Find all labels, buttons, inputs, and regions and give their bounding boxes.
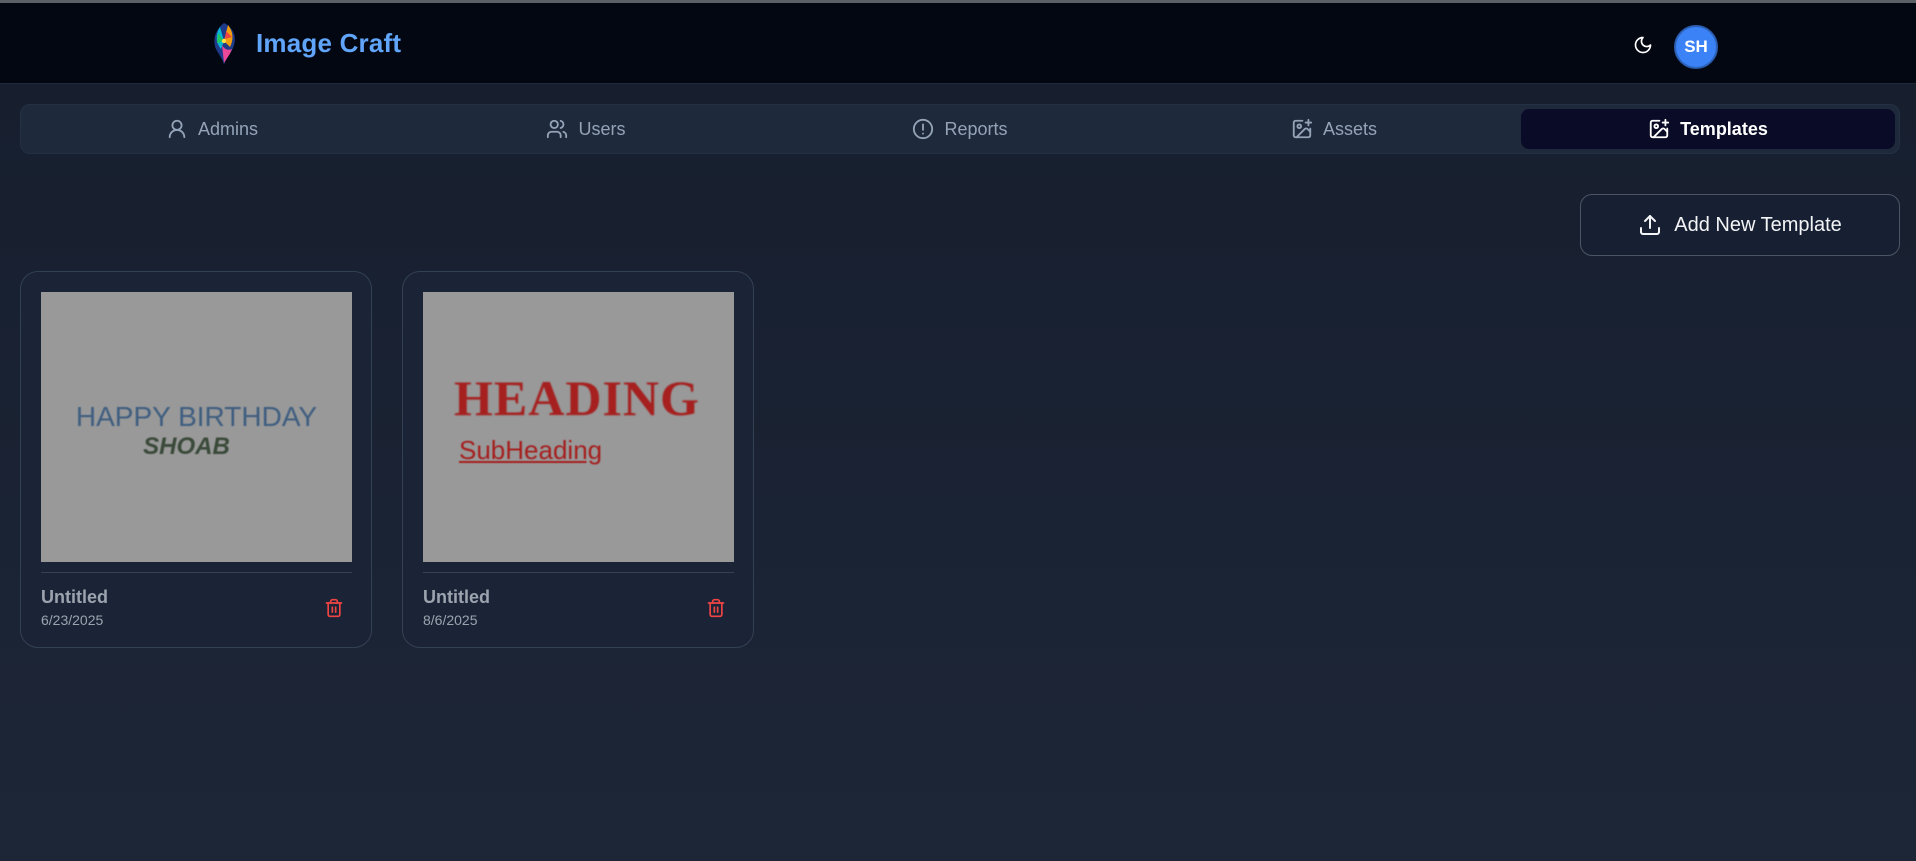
trash-icon <box>707 598 725 617</box>
tab-assets[interactable]: Assets <box>1147 109 1521 149</box>
user-icon <box>168 119 186 139</box>
add-new-template-label: Add New Template <box>1674 213 1842 236</box>
template-name: Untitled <box>423 587 490 607</box>
tab-templates[interactable]: Templates <box>1521 109 1895 149</box>
template-thumbnail[interactable]: HEADING SubHeading <box>423 292 734 562</box>
tab-label: Users <box>578 118 626 139</box>
theme-toggle-button[interactable] <box>1628 30 1658 60</box>
preview-line-2: SubHeading <box>459 434 603 465</box>
tab-label: Admins <box>197 118 259 139</box>
brand[interactable]: Image Craft <box>206 19 401 67</box>
user-avatar[interactable]: SH <box>1674 25 1718 69</box>
users-icon <box>547 119 568 139</box>
add-new-template-button[interactable]: Add New Template <box>1580 194 1900 256</box>
tab-users[interactable]: Users <box>399 109 773 149</box>
trash-icon <box>325 598 343 617</box>
tab-admins[interactable]: Admins <box>25 109 399 149</box>
template-date: 8/6/2025 <box>423 612 478 628</box>
tab-label: Templates <box>1680 118 1768 139</box>
template-meta: Untitled 8/6/2025 <box>423 587 733 628</box>
tab-label: Assets <box>1322 118 1378 139</box>
palette-logo-icon <box>214 23 235 65</box>
image-plus-icon <box>1649 118 1670 139</box>
template-name: Untitled <box>41 587 108 607</box>
brand-name: Image Craft <box>256 27 402 58</box>
tab-label: Reports <box>944 118 1008 139</box>
template-card: HEADING SubHeading Untitled 8/6/2025 <box>402 271 754 648</box>
delete-template-button[interactable] <box>701 593 731 623</box>
delete-template-button[interactable] <box>319 593 349 623</box>
image-plus-icon <box>1292 118 1313 139</box>
preview-line-1: HAPPY BIRTHDAY <box>75 401 318 432</box>
app-header: Image Craft SH <box>0 3 1916 84</box>
alert-circle-icon <box>913 118 934 140</box>
upload-icon <box>1640 215 1661 235</box>
template-grid: HAPPY BIRTHDAY SHOAB Untitled 6/23/2025 … <box>20 271 754 648</box>
tab-bar: Admins Users Reports Assets Templates <box>20 104 1900 154</box>
card-divider <box>41 572 352 573</box>
template-thumbnail[interactable]: HAPPY BIRTHDAY SHOAB <box>41 292 352 562</box>
tab-reports[interactable]: Reports <box>773 109 1147 149</box>
preview-line-2: SHOAB <box>143 433 230 460</box>
template-card: HAPPY BIRTHDAY SHOAB Untitled 6/23/2025 <box>20 271 372 648</box>
template-date: 6/23/2025 <box>41 612 104 628</box>
moon-icon <box>1634 36 1652 54</box>
card-divider <box>423 572 734 573</box>
template-meta: Untitled 6/23/2025 <box>41 587 351 628</box>
preview-line-1: HEADING <box>454 369 700 426</box>
